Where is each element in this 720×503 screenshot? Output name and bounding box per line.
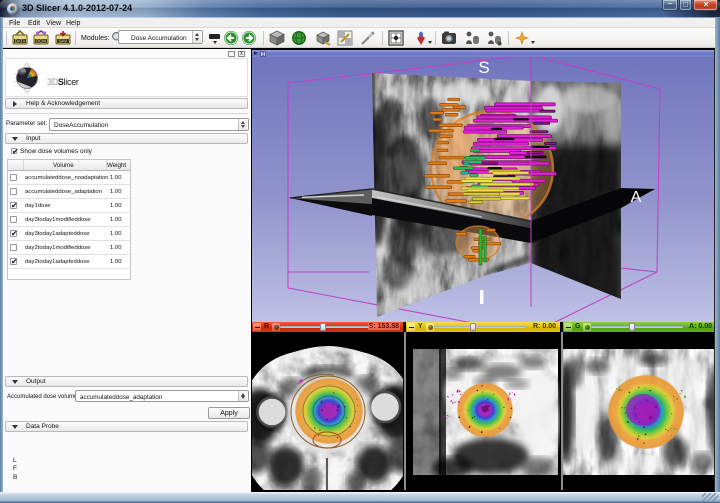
svg-text:DCM: DCM	[36, 39, 46, 44]
svg-text:S: S	[478, 58, 489, 77]
svg-text:DATA: DATA	[15, 39, 26, 44]
svg-text:SAV: SAV	[59, 39, 67, 44]
svg-text:A: A	[631, 189, 642, 206]
